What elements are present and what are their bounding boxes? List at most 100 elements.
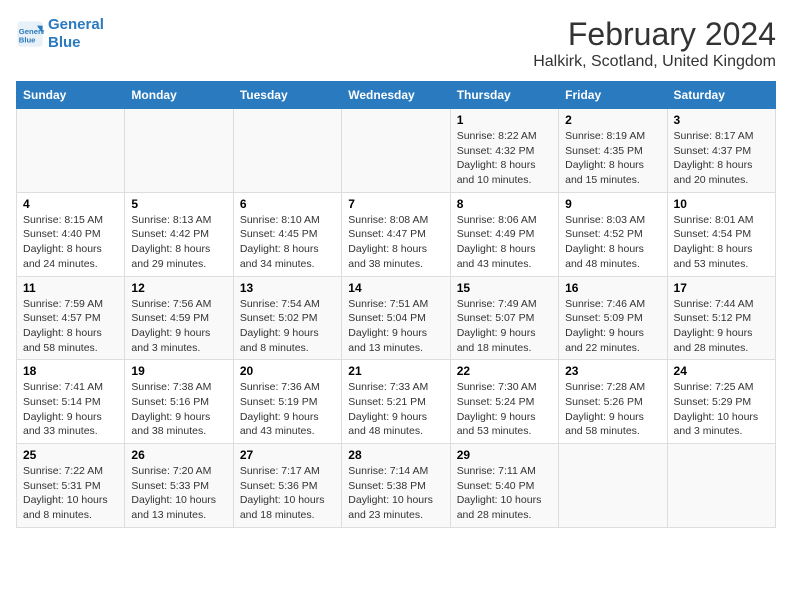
main-title: February 2024: [533, 16, 776, 53]
calendar-cell: [667, 444, 775, 528]
cell-content: Sunrise: 7:30 AM Sunset: 5:24 PM Dayligh…: [457, 380, 552, 439]
day-number: 16: [565, 281, 660, 295]
day-number: 11: [23, 281, 118, 295]
calendar-cell: 17 Sunrise: 7:44 AM Sunset: 5:12 PM Dayli…: [667, 276, 775, 360]
cell-content: Sunrise: 7:59 AM Sunset: 4:57 PM Dayligh…: [23, 297, 118, 356]
day-number: 1: [457, 113, 552, 127]
day-number: 20: [240, 364, 335, 378]
header-day-thursday: Thursday: [450, 82, 558, 109]
cell-content: Sunrise: 7:38 AM Sunset: 5:16 PM Dayligh…: [131, 380, 226, 439]
cell-content: Sunrise: 7:17 AM Sunset: 5:36 PM Dayligh…: [240, 464, 335, 523]
calendar-cell: 15 Sunrise: 7:49 AM Sunset: 5:07 PM Dayli…: [450, 276, 558, 360]
page-header: General Blue General Blue February 2024 …: [16, 16, 776, 71]
subtitle: Halkirk, Scotland, United Kingdom: [533, 53, 776, 71]
cell-content: Sunrise: 7:33 AM Sunset: 5:21 PM Dayligh…: [348, 380, 443, 439]
day-number: 6: [240, 197, 335, 211]
cell-content: Sunrise: 8:13 AM Sunset: 4:42 PM Dayligh…: [131, 213, 226, 272]
calendar-cell: 10Sunrise: 8:01 AM Sunset: 4:54 PM Dayli…: [667, 192, 775, 276]
day-number: 29: [457, 448, 552, 462]
day-number: 13: [240, 281, 335, 295]
calendar-table: SundayMondayTuesdayWednesdayThursdayFrid…: [16, 81, 776, 528]
cell-content: Sunrise: 7:51 AM Sunset: 5:04 PM Dayligh…: [348, 297, 443, 356]
cell-content: Sunrise: 7:49 AM Sunset: 5:07 PM Dayligh…: [457, 297, 552, 356]
cell-content: Sunrise: 8:22 AM Sunset: 4:32 PM Dayligh…: [457, 129, 552, 188]
day-number: 23: [565, 364, 660, 378]
day-number: 12: [131, 281, 226, 295]
day-number: 25: [23, 448, 118, 462]
logo: General Blue General Blue: [16, 16, 104, 52]
calendar-cell: [125, 109, 233, 193]
day-number: 19: [131, 364, 226, 378]
cell-content: Sunrise: 7:14 AM Sunset: 5:38 PM Dayligh…: [348, 464, 443, 523]
day-number: 17: [674, 281, 769, 295]
day-number: 18: [23, 364, 118, 378]
week-row-4: 25 Sunrise: 7:22 AM Sunset: 5:31 PM Dayli…: [17, 444, 776, 528]
calendar-cell: 8 Sunrise: 8:06 AM Sunset: 4:49 PM Daylig…: [450, 192, 558, 276]
calendar-cell: 5 Sunrise: 8:13 AM Sunset: 4:42 PM Daylig…: [125, 192, 233, 276]
day-number: 4: [23, 197, 118, 211]
cell-content: Sunrise: 7:36 AM Sunset: 5:19 PM Dayligh…: [240, 380, 335, 439]
cell-content: Sunrise: 7:44 AM Sunset: 5:12 PM Dayligh…: [674, 297, 769, 356]
header-day-monday: Monday: [125, 82, 233, 109]
calendar-cell: 21 Sunrise: 7:33 AM Sunset: 5:21 PM Dayli…: [342, 360, 450, 444]
day-number: 15: [457, 281, 552, 295]
day-number: 3: [674, 113, 769, 127]
calendar-cell: 14 Sunrise: 7:51 AM Sunset: 5:04 PM Dayli…: [342, 276, 450, 360]
day-number: 26: [131, 448, 226, 462]
logo-blue: Blue: [48, 34, 104, 52]
calendar-cell: 26 Sunrise: 7:20 AM Sunset: 5:33 PM Dayli…: [125, 444, 233, 528]
cell-content: Sunrise: 7:20 AM Sunset: 5:33 PM Dayligh…: [131, 464, 226, 523]
calendar-cell: 11 Sunrise: 7:59 AM Sunset: 4:57 PM Dayli…: [17, 276, 125, 360]
calendar-cell: 2Sunrise: 8:19 AM Sunset: 4:35 PM Daylig…: [559, 109, 667, 193]
cell-content: Sunrise: 8:08 AM Sunset: 4:47 PM Dayligh…: [348, 213, 443, 272]
calendar-cell: 27Sunrise: 7:17 AM Sunset: 5:36 PM Dayli…: [233, 444, 341, 528]
header-day-sunday: Sunday: [17, 82, 125, 109]
day-number: 21: [348, 364, 443, 378]
calendar-cell: 1 Sunrise: 8:22 AM Sunset: 4:32 PM Daylig…: [450, 109, 558, 193]
day-number: 28: [348, 448, 443, 462]
logo-general: General: [48, 16, 104, 33]
header-day-friday: Friday: [559, 82, 667, 109]
day-number: 9: [565, 197, 660, 211]
calendar-body: 1 Sunrise: 8:22 AM Sunset: 4:32 PM Daylig…: [17, 109, 776, 528]
day-number: 7: [348, 197, 443, 211]
cell-content: Sunrise: 7:41 AM Sunset: 5:14 PM Dayligh…: [23, 380, 118, 439]
calendar-header: SundayMondayTuesdayWednesdayThursdayFrid…: [17, 82, 776, 109]
calendar-cell: 22Sunrise: 7:30 AM Sunset: 5:24 PM Dayli…: [450, 360, 558, 444]
header-row: SundayMondayTuesdayWednesdayThursdayFrid…: [17, 82, 776, 109]
cell-content: Sunrise: 8:03 AM Sunset: 4:52 PM Dayligh…: [565, 213, 660, 272]
calendar-cell: [17, 109, 125, 193]
calendar-cell: 20 Sunrise: 7:36 AM Sunset: 5:19 PM Dayli…: [233, 360, 341, 444]
day-number: 8: [457, 197, 552, 211]
week-row-3: 18 Sunrise: 7:41 AM Sunset: 5:14 PM Dayli…: [17, 360, 776, 444]
calendar-cell: [559, 444, 667, 528]
cell-content: Sunrise: 7:54 AM Sunset: 5:02 PM Dayligh…: [240, 297, 335, 356]
calendar-cell: 25 Sunrise: 7:22 AM Sunset: 5:31 PM Dayli…: [17, 444, 125, 528]
calendar-cell: 24Sunrise: 7:25 AM Sunset: 5:29 PM Dayli…: [667, 360, 775, 444]
calendar-cell: 29 Sunrise: 7:11 AM Sunset: 5:40 PM Dayli…: [450, 444, 558, 528]
calendar-cell: 28 Sunrise: 7:14 AM Sunset: 5:38 PM Dayli…: [342, 444, 450, 528]
cell-content: Sunrise: 8:06 AM Sunset: 4:49 PM Dayligh…: [457, 213, 552, 272]
calendar-cell: 13 Sunrise: 7:54 AM Sunset: 5:02 PM Dayli…: [233, 276, 341, 360]
day-number: 14: [348, 281, 443, 295]
day-number: 5: [131, 197, 226, 211]
header-day-wednesday: Wednesday: [342, 82, 450, 109]
calendar-cell: 9 Sunrise: 8:03 AM Sunset: 4:52 PM Daylig…: [559, 192, 667, 276]
logo-text: General: [48, 16, 104, 34]
calendar-cell: 3 Sunrise: 8:17 AM Sunset: 4:37 PM Daylig…: [667, 109, 775, 193]
week-row-2: 11 Sunrise: 7:59 AM Sunset: 4:57 PM Dayli…: [17, 276, 776, 360]
calendar-cell: 6Sunrise: 8:10 AM Sunset: 4:45 PM Daylig…: [233, 192, 341, 276]
cell-content: Sunrise: 7:46 AM Sunset: 5:09 PM Dayligh…: [565, 297, 660, 356]
header-day-tuesday: Tuesday: [233, 82, 341, 109]
cell-content: Sunrise: 8:17 AM Sunset: 4:37 PM Dayligh…: [674, 129, 769, 188]
cell-content: Sunrise: 7:22 AM Sunset: 5:31 PM Dayligh…: [23, 464, 118, 523]
title-area: February 2024 Halkirk, Scotland, United …: [533, 16, 776, 71]
cell-content: Sunrise: 7:11 AM Sunset: 5:40 PM Dayligh…: [457, 464, 552, 523]
calendar-cell: 23 Sunrise: 7:28 AM Sunset: 5:26 PM Dayli…: [559, 360, 667, 444]
calendar-cell: [342, 109, 450, 193]
cell-content: Sunrise: 7:28 AM Sunset: 5:26 PM Dayligh…: [565, 380, 660, 439]
cell-content: Sunrise: 8:15 AM Sunset: 4:40 PM Dayligh…: [23, 213, 118, 272]
calendar-cell: [233, 109, 341, 193]
day-number: 24: [674, 364, 769, 378]
day-number: 2: [565, 113, 660, 127]
